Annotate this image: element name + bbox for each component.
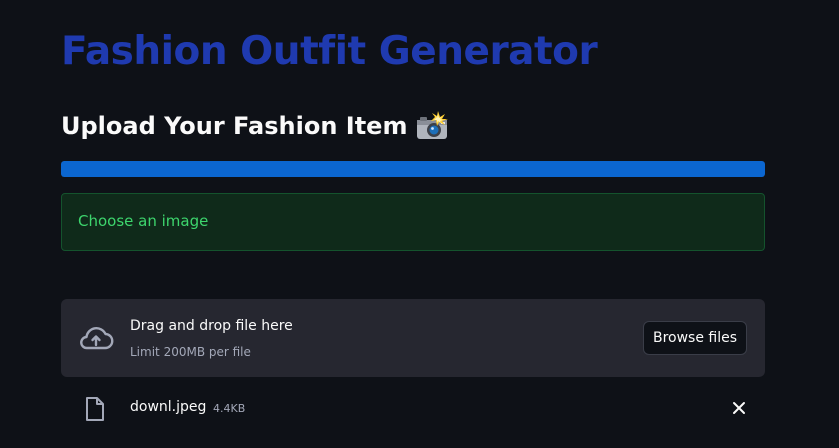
upload-progress-bar <box>61 161 765 177</box>
dropzone-instructions: Drag and drop file here <box>130 318 293 334</box>
upload-heading-text: Upload Your Fashion Item <box>61 112 408 140</box>
uploaded-file-size: 4.4KB <box>213 402 246 415</box>
status-alert: Choose an image <box>61 193 765 251</box>
file-dropzone[interactable]: Drag and drop file here Limit 200MB per … <box>61 299 765 377</box>
upload-heading: Upload Your Fashion Item <box>61 108 449 144</box>
close-icon <box>733 402 745 414</box>
uploaded-file-row: downl.jpeg 4.4KB <box>61 390 765 426</box>
upload-progress-fill <box>61 161 765 177</box>
page-title: Fashion Outfit Generator <box>61 29 598 74</box>
remove-file-button[interactable] <box>727 396 751 420</box>
browse-files-button[interactable]: Browse files <box>643 321 747 355</box>
dropzone-limit: Limit 200MB per file <box>130 345 251 359</box>
file-icon <box>86 397 104 421</box>
cloud-upload-icon <box>80 327 114 350</box>
uploaded-file-name: downl.jpeg <box>130 399 207 415</box>
app-main: Fashion Outfit Generator Upload Your Fas… <box>0 0 839 448</box>
camera-with-flash-icon <box>417 111 449 139</box>
status-alert-message: Choose an image <box>78 212 209 230</box>
